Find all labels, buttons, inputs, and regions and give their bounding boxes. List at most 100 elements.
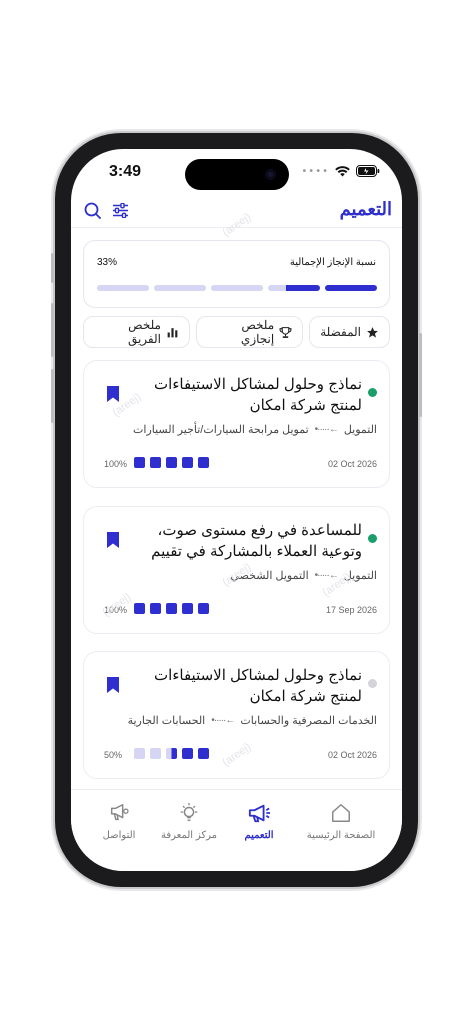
category-path: التمويل ←·····• تمويل مرابحة السيارات/تأ… [133,423,377,436]
step-indicator [198,457,209,468]
tab-label: الصفحة الرئيسية [306,830,376,841]
dynamic-island [185,159,289,190]
star-icon [366,326,379,339]
app-header: التعميم [71,195,402,241]
step-indicator [134,748,145,759]
chat-icon [108,802,130,824]
step-indicator [166,457,177,468]
arrow-left-icon: ←·····• [314,570,339,581]
status-time: 3:49 [109,163,142,180]
announcement-card[interactable]: للمساعدة في رفع مستوى صوت، وتوعية العملا… [83,506,390,634]
header-divider [71,227,402,228]
announcement-card[interactable]: نماذج وحلول لمشاكل الاستيفاءات لمنتج شرك… [83,651,390,779]
power-button [419,333,422,417]
filter-chip-label: ملخص إنجازي [240,318,275,346]
progress-segment [154,285,206,291]
step-indicator [134,457,145,468]
phone-frame: 3:49 •••• التعميم نسبة الإنجاز الإجمالية… [51,133,422,887]
category-root: الخدمات المصرفية والحسابات [240,715,377,727]
category-path: الخدمات المصرفية والحسابات ←·····• الحسا… [128,714,377,727]
category-leaf: الحسابات الجارية [127,715,206,727]
card-title: نماذج وحلول لمشاكل الاستيفاءات لمنتج شرك… [154,376,362,414]
progress-segment [325,285,377,291]
arrow-left-icon: ←·····• [211,715,235,726]
step-indicator [166,748,177,759]
step-progress [134,457,209,468]
status-dot [368,534,377,543]
step-progress [134,603,209,614]
filter-chip-star[interactable]: المفضلة [309,316,390,348]
mute-switch [51,253,54,283]
volume-down-button [51,369,54,423]
status-dot [368,388,377,397]
category-root: التمويل [343,570,377,582]
home-icon [330,802,352,824]
bookmark-button[interactable] [106,676,120,694]
tab-home[interactable]: الصفحة الرئيسية [301,802,381,841]
announcement-card[interactable]: نماذج وحلول لمشاكل الاستيفاءات لمنتج شرك… [83,360,390,488]
bookmark-button[interactable] [106,385,120,403]
step-progress [134,748,209,759]
card-date: 02 Oct 2026 [327,750,377,760]
lightbulb-icon [178,802,200,824]
camera-icon [265,169,276,180]
bookmark-button[interactable] [106,531,120,549]
step-indicator [150,457,161,468]
tab-label: مركز المعرفة [160,830,218,841]
progress-bar [97,285,377,291]
tab-chat[interactable]: التواصل [79,802,159,841]
card-date: 17 Sep 2026 [325,605,377,615]
filter-chip-label: ملخص الفريق [127,318,161,346]
trophy-icon [279,326,292,339]
filter-chip-bar-chart[interactable]: ملخص الفريق [83,316,190,348]
filter-chip-trophy[interactable]: ملخص إنجازي [195,316,304,348]
bookmark-icon [107,532,119,548]
sliders-icon [112,202,128,218]
card-percent: 50% [104,750,123,760]
bookmark-icon [107,386,119,402]
tab-megaphone[interactable]: التعميم [219,802,299,841]
step-indicator [182,748,193,759]
step-indicator [150,603,161,614]
step-indicator [134,603,145,614]
category-leaf: تمويل مرابحة السيارات/تأجير السيارات [133,424,309,436]
header-actions [83,201,129,219]
filter-chip-label: المفضلة [320,325,361,339]
category-leaf: التمويل الشخصي [230,570,309,582]
step-indicator [182,603,193,614]
progress-segment [97,285,149,291]
card-date: 02 Oct 2026 [327,459,377,469]
category-root: التمويل [343,424,377,436]
progress-label: نسبة الإنجاز الإجمالية [289,257,376,268]
progress-percent: 33% [97,257,118,268]
progress-segment [268,285,320,291]
signal-dots-icon: •••• [301,165,329,177]
megaphone-icon [247,802,271,824]
battery-icon [356,165,380,177]
step-indicator [150,748,161,759]
arrow-left-icon: ←·····• [314,424,339,435]
progress-segment [211,285,263,291]
card-title: نماذج وحلول لمشاكل الاستيفاءات لمنتج شرك… [154,667,362,705]
card-title: للمساعدة في رفع مستوى صوت، وتوعية العملا… [151,522,362,560]
bookmark-icon [107,677,119,693]
wifi-icon [335,165,350,176]
bar-chart-icon [166,326,179,339]
volume-up-button [51,303,54,357]
bottom-tab-bar: الصفحة الرئيسية التعميم مركز المعرفة الت… [71,789,402,871]
status-dot [368,679,377,688]
filter-chips: المفضلة ملخص إنجازي ملخص الفريق [83,316,390,348]
overall-progress-card: نسبة الإنجاز الإجمالية 33% [83,240,390,308]
tab-label: التعميم [244,830,274,841]
tab-label: التواصل [102,830,136,841]
tab-lightbulb[interactable]: مركز المعرفة [149,802,229,841]
category-path: التمويل ←·····• التمويل الشخصي [230,569,377,582]
card-percent: 100% [104,605,128,615]
card-percent: 100% [104,459,128,469]
filter-button[interactable] [111,201,129,219]
step-indicator [198,748,209,759]
search-button[interactable] [83,201,101,219]
step-indicator [182,457,193,468]
screen: 3:49 •••• التعميم نسبة الإنجاز الإجمالية… [71,149,402,871]
status-icons: •••• [301,165,380,177]
